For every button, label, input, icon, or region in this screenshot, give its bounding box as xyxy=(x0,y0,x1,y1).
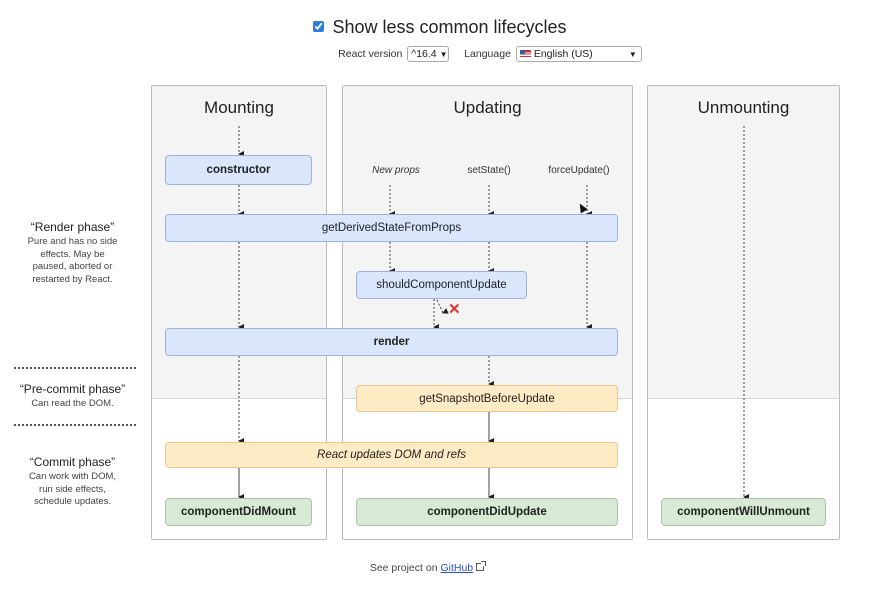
desc-line: paused, aborted or xyxy=(32,261,113,272)
show-less-common-toggle[interactable]: Show less common lifecycles xyxy=(0,17,880,38)
method-component-did-mount[interactable]: componentDidMount xyxy=(165,498,312,526)
chevron-down-icon: ▼ xyxy=(628,50,637,59)
phase-divider xyxy=(14,424,136,426)
trigger-set-state: setState() xyxy=(467,165,511,176)
close-icon: ✕ xyxy=(448,301,461,318)
desc-line: Can read the DOM. xyxy=(31,398,114,409)
react-version-label: React version xyxy=(338,47,403,60)
unmounting-column: Unmounting xyxy=(647,85,840,540)
chevron-down-icon: ▼ xyxy=(439,50,448,59)
unmounting-title: Unmounting xyxy=(697,98,790,117)
render-phase-desc: Pure and has no side effects. May be pau… xyxy=(10,236,135,286)
updating-title: Updating xyxy=(453,98,522,117)
show-less-common-label: Show less common lifecycles xyxy=(332,17,567,37)
updating-column: Updating xyxy=(342,85,633,540)
method-render[interactable]: render xyxy=(165,328,618,356)
github-link[interactable]: GitHub xyxy=(440,562,473,574)
desc-line: Can work with DOM, xyxy=(28,471,117,482)
controls-bar: React version ^16.4 ▼ Language English (U… xyxy=(0,46,880,62)
method-get-snapshot-before-update[interactable]: getSnapshotBeforeUpdate xyxy=(356,385,618,412)
method-component-will-unmount[interactable]: componentWillUnmount xyxy=(661,498,826,526)
trigger-force-update: forceUpdate() xyxy=(548,165,610,176)
render-phase-title: “Render phase” xyxy=(30,220,115,234)
mounting-title: Mounting xyxy=(204,98,274,117)
desc-line: restarted by React. xyxy=(32,273,113,285)
desc-line: effects. May be xyxy=(40,248,105,260)
pre-commit-phase-title: “Pre-commit phase” xyxy=(19,382,126,396)
react-version-select[interactable]: ^16.4 ▼ xyxy=(407,46,450,62)
pre-commit-phase-desc: Can read the DOM. xyxy=(10,398,135,411)
commit-phase-desc: Can work with DOM, run side effects, sch… xyxy=(10,471,135,509)
method-should-component-update[interactable]: shouldComponentUpdate xyxy=(356,271,527,299)
language-value: English (US) xyxy=(533,48,593,60)
external-link-icon xyxy=(476,561,487,571)
pre-commit-phase-label: “Pre-commit phase” Can read the DOM. xyxy=(10,382,135,411)
desc-line: run side effects, xyxy=(39,483,106,495)
method-component-did-update[interactable]: componentDidUpdate xyxy=(356,498,618,526)
us-flag-icon xyxy=(519,49,531,57)
footer: See project on GitHub xyxy=(0,561,854,574)
react-updates-dom: React updates DOM and refs xyxy=(165,442,618,468)
desc-line: schedule updates. xyxy=(33,496,112,507)
method-constructor[interactable]: constructor xyxy=(165,155,312,185)
render-phase-label: “Render phase” Pure and has no side effe… xyxy=(10,220,135,286)
language-label: Language xyxy=(464,47,511,60)
phase-divider xyxy=(14,367,136,369)
language-select[interactable]: English (US) ▼ xyxy=(515,46,642,62)
react-version-value: ^16.4 xyxy=(411,48,437,60)
commit-phase-label: “Commit phase” Can work with DOM, run si… xyxy=(10,455,135,509)
commit-phase-title: “Commit phase” xyxy=(29,455,116,469)
desc-line: Pure and has no side xyxy=(27,236,118,247)
footer-text: See project on xyxy=(369,562,438,574)
show-less-common-checkbox[interactable] xyxy=(313,20,325,32)
method-get-derived-state-from-props[interactable]: getDerivedStateFromProps xyxy=(165,214,618,242)
trigger-new-props: New props xyxy=(372,165,420,176)
render-phase-area xyxy=(648,86,839,399)
mounting-column: Mounting xyxy=(151,85,327,540)
